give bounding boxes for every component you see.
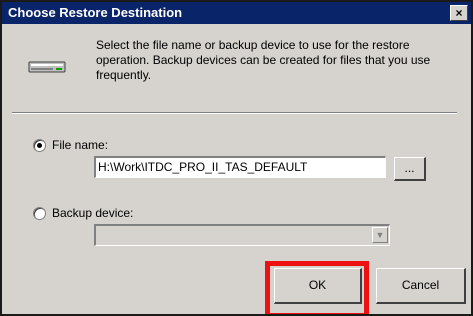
backup-device-radio[interactable] [33, 207, 46, 220]
dialog-title: Choose Restore Destination [8, 5, 183, 20]
file-name-input[interactable]: H:\Work\ITDC_PRO_II_TAS_DEFAULT [94, 156, 386, 178]
drive-icon [28, 61, 66, 73]
browse-button[interactable]: ... [394, 157, 426, 181]
backup-device-label: Backup device: [52, 206, 134, 220]
close-icon[interactable]: × [450, 5, 468, 21]
file-name-radio[interactable] [33, 139, 46, 152]
chevron-down-icon[interactable]: ▼ [372, 227, 388, 243]
cancel-button[interactable]: Cancel [376, 268, 466, 304]
description-text: Select the file name or backup device to… [96, 38, 431, 82]
ok-button[interactable]: OK [274, 268, 362, 304]
file-name-label: File name: [52, 138, 109, 152]
restore-dialog: Choose Restore Destination × Select the … [0, 0, 473, 316]
title-bar[interactable]: Choose Restore Destination × [2, 2, 471, 24]
divider [12, 112, 457, 114]
backup-device-select[interactable]: ▼ [94, 224, 390, 246]
